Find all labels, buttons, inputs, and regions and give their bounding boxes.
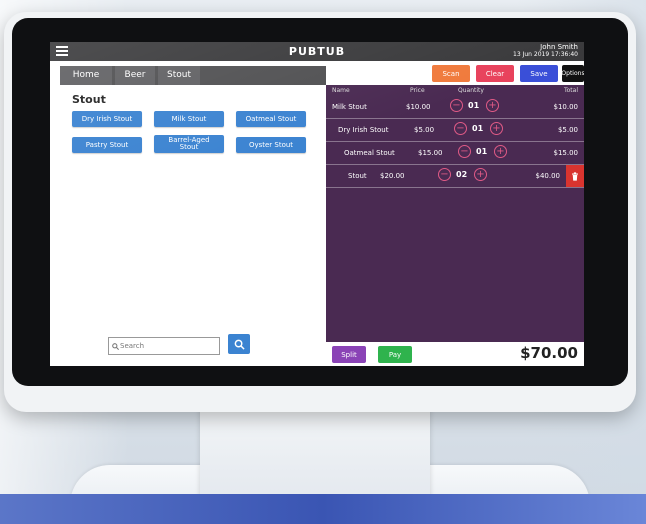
product-button-dry-irish-stout[interactable]: Dry Irish Stout [72, 111, 142, 127]
save-button[interactable]: Save [520, 65, 558, 82]
order-item-quantity: 01 [468, 101, 480, 110]
decrease-quantity-button[interactable]: − [438, 168, 451, 181]
order-pane: Scan Clear Save Options Name Price Quant… [326, 61, 584, 366]
product-button-oyster-stout[interactable]: Oyster Stout [236, 137, 306, 153]
order-item-quantity: 01 [476, 147, 488, 156]
order-item-name: Stout [348, 172, 367, 180]
order-item-total: $15.00 [553, 149, 579, 157]
product-pane: Home Beer Stout Stout Dry Irish Stout Mi… [50, 61, 326, 366]
delete-item-button[interactable] [566, 165, 584, 187]
top-bar: PUBTUB John Smith 13 Jun 2019 17:36:40 [50, 42, 584, 61]
column-name: Name [332, 87, 350, 94]
decrease-quantity-button[interactable]: − [450, 99, 463, 112]
order-item-total: $5.00 [557, 126, 578, 134]
column-quantity: Quantity [458, 87, 484, 94]
order-row[interactable]: Dry Irish Stout $5.00 − 01 + $5.00 [326, 119, 584, 142]
order-row[interactable]: Milk Stout $10.00 − 01 + $10.00 [326, 96, 584, 119]
order-item-name: Oatmeal Stout [344, 149, 395, 157]
trash-icon [572, 171, 578, 181]
order-item-total: $40.00 [535, 172, 561, 180]
order-row[interactable]: Stout $20.00 − 02 + $40.00 [326, 165, 584, 188]
product-button-oatmeal-stout[interactable]: Oatmeal Stout [236, 111, 306, 127]
order-item-quantity: 01 [472, 124, 484, 133]
user-info: John Smith 13 Jun 2019 17:36:40 [513, 43, 578, 59]
column-price: Price [410, 87, 425, 94]
order-item-name: Milk Stout [332, 103, 367, 111]
search-icon [234, 339, 245, 350]
options-button[interactable]: Options [561, 65, 584, 82]
split-button[interactable]: Split [332, 346, 366, 363]
increase-quantity-button[interactable]: + [474, 168, 487, 181]
product-button-pastry-stout[interactable]: Pastry Stout [72, 137, 142, 153]
pos-screen: PUBTUB John Smith 13 Jun 2019 17:36:40 H… [50, 42, 584, 366]
action-bar: Scan Clear Save Options [326, 61, 584, 85]
order-item-quantity: 02 [456, 170, 468, 179]
grand-total: $70.00 [520, 344, 578, 362]
tab-home[interactable]: Home [60, 66, 112, 85]
order-table-header: Name Price Quantity Total [326, 85, 584, 96]
order-item-price: $5.00 [414, 126, 435, 134]
stand-neck [200, 400, 430, 505]
order-footer: Split Pay $70.00 [326, 342, 584, 366]
increase-quantity-button[interactable]: + [486, 99, 499, 112]
search-input[interactable]: Search [108, 337, 220, 355]
category-title: Stout [72, 93, 106, 106]
tab-beer[interactable]: Beer [115, 66, 155, 85]
search-button[interactable] [228, 334, 250, 354]
increase-quantity-button[interactable]: + [490, 122, 503, 135]
product-button-milk-stout[interactable]: Milk Stout [154, 111, 224, 127]
order-item-name: Dry Irish Stout [338, 126, 389, 134]
order-item-price: $10.00 [406, 103, 431, 111]
datetime: 13 Jun 2019 17:36:40 [513, 51, 578, 58]
clear-button[interactable]: Clear [476, 65, 514, 82]
tab-stout[interactable]: Stout [158, 66, 200, 85]
order-row[interactable]: Oatmeal Stout $15.00 − 01 + $15.00 [326, 142, 584, 165]
order-item-price: $15.00 [418, 149, 443, 157]
search-field-icon [112, 342, 119, 350]
search-placeholder: Search [120, 342, 145, 350]
pay-button[interactable]: Pay [378, 346, 412, 363]
product-button-barrel-aged-stout[interactable]: Barrel-Aged Stout [154, 135, 224, 153]
decrease-quantity-button[interactable]: − [458, 145, 471, 158]
increase-quantity-button[interactable]: + [494, 145, 507, 158]
order-item-total: $10.00 [553, 103, 579, 111]
user-name: John Smith [540, 43, 578, 51]
column-total: Total [563, 87, 578, 94]
order-item-price: $20.00 [380, 172, 405, 180]
decrease-quantity-button[interactable]: − [454, 122, 467, 135]
breadcrumb-tabs: Home Beer Stout [60, 66, 326, 85]
brand-logo: PUBTUB [288, 45, 346, 58]
scan-button[interactable]: Scan [432, 65, 470, 82]
floor-band [0, 494, 646, 524]
